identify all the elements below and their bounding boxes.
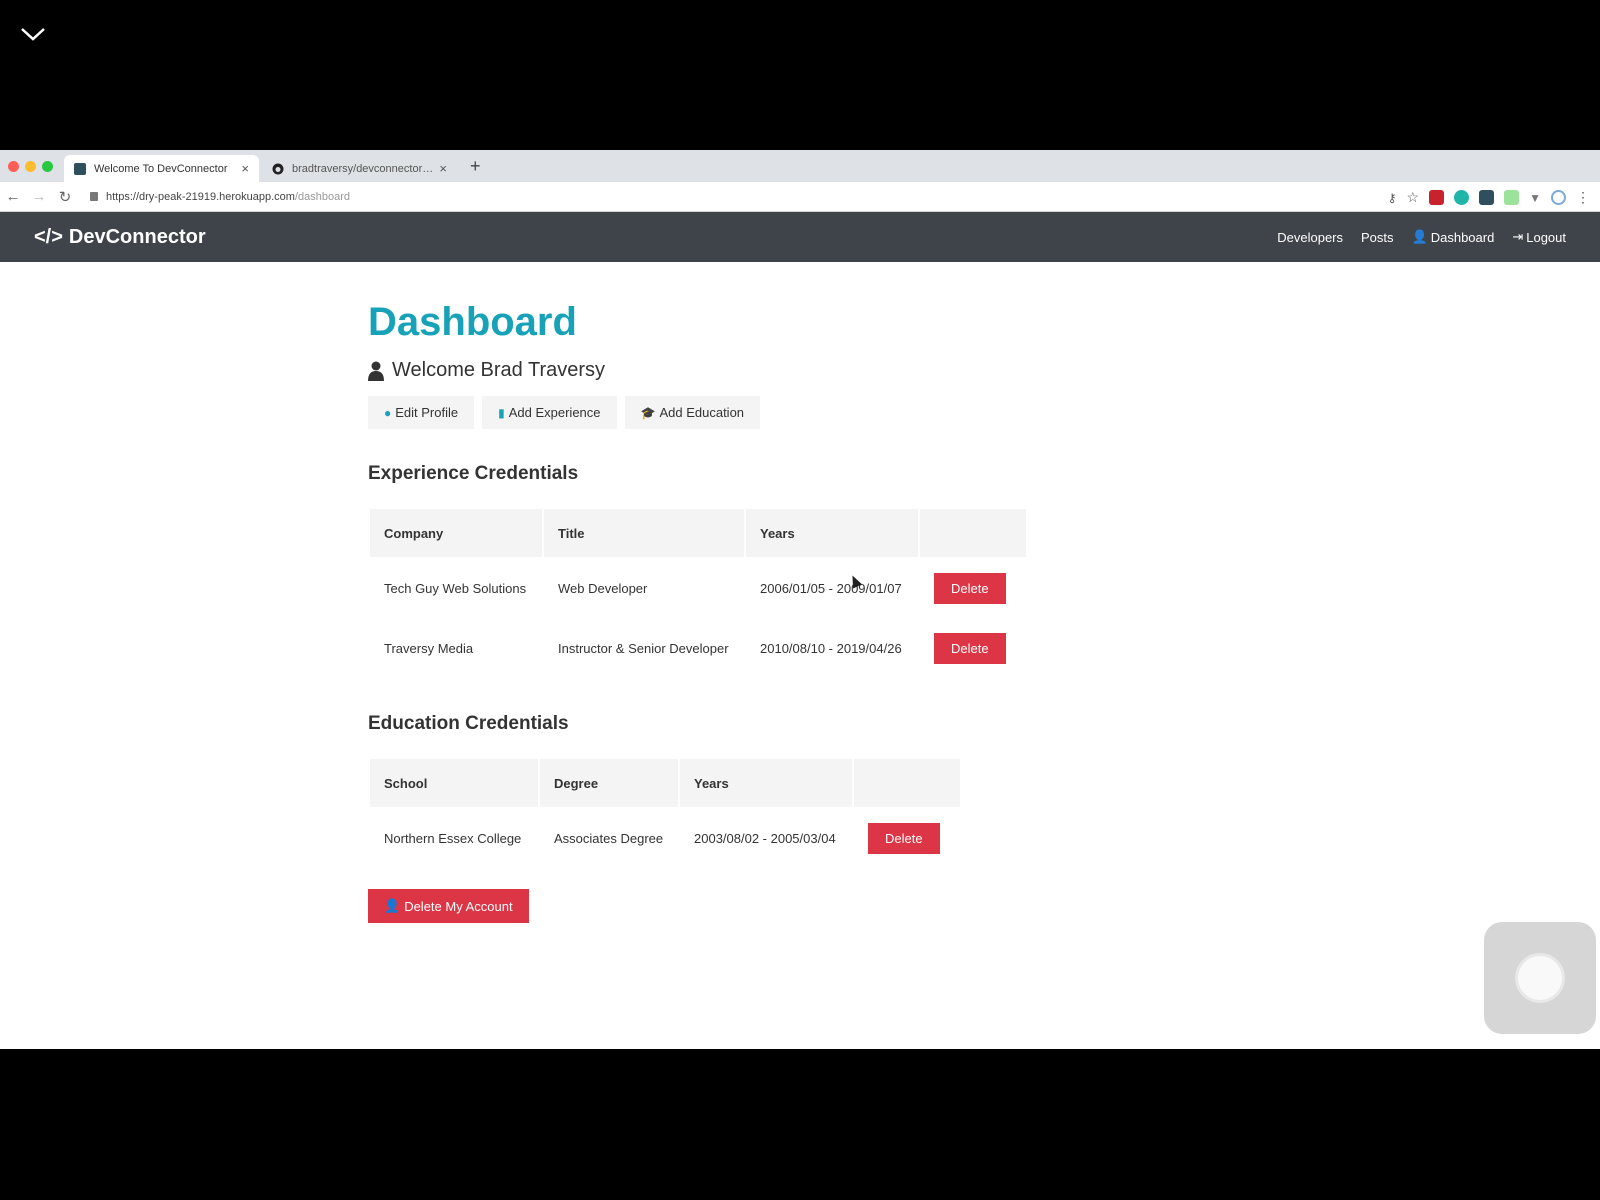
back-arrow-icon[interactable]: ← xyxy=(0,188,26,205)
url-path: /dashboard xyxy=(294,190,350,203)
tab-close-icon[interactable]: × xyxy=(241,161,249,176)
user-icon xyxy=(368,361,384,381)
company-cell: Tech Guy Web Solutions xyxy=(384,580,527,596)
assistive-touch-button[interactable] xyxy=(1484,922,1596,1034)
nav-posts-link[interactable]: Posts xyxy=(1361,229,1394,245)
delete-education-button[interactable]: Delete xyxy=(868,822,940,854)
browser-tab-active[interactable]: Welcome To DevConnector × xyxy=(64,155,259,182)
browser-tab-github[interactable]: bradtraversy/devconnector_2... × xyxy=(262,155,457,182)
key-icon[interactable]: ⚷ xyxy=(1388,191,1397,205)
edit-profile-button[interactable]: ● Edit Profile xyxy=(368,396,475,429)
window-controls xyxy=(8,161,53,172)
url-host: https://dry-peak-21919.herokuapp.com xyxy=(106,190,295,203)
delete-account-label: Delete My Account xyxy=(404,898,513,914)
dashboard-actions: ● Edit Profile ▮ Add Experience 🎓 Add Educa… xyxy=(368,396,1268,429)
company-cell: Traversy Media xyxy=(384,640,474,656)
video-frame: Welcome To DevConnector × bradtraversy/d… xyxy=(0,0,1600,1200)
lock-icon xyxy=(90,192,98,201)
app-navbar: </> DevConnector Developers Posts 👤 Dashb… xyxy=(0,212,1600,262)
extension-circle-icon[interactable] xyxy=(1551,190,1566,205)
dashboard-container: Dashboard Welcome Brad Traversy ● Edit Pr… xyxy=(368,300,1268,923)
column-header-school: School xyxy=(370,759,538,807)
years-cell: 2003/08/02 - 2005/03/04 xyxy=(694,830,836,846)
add-education-label: Add Education xyxy=(659,405,745,420)
reload-icon[interactable]: ↻ xyxy=(52,188,78,206)
tab-close-icon[interactable]: × xyxy=(439,161,447,176)
welcome-text: Welcome Brad Traversy xyxy=(368,359,1268,382)
extension-green-icon[interactable] xyxy=(1504,190,1520,205)
page-title: Dashboard xyxy=(368,300,577,344)
graduation-cap-icon: 🎓 xyxy=(640,405,656,420)
brand-logo[interactable]: </> DevConnector xyxy=(34,226,206,249)
table-header-row: School Degree Years xyxy=(370,759,960,807)
extension-filter-icon[interactable]: ▼ xyxy=(1529,191,1541,205)
chevron-down-icon[interactable] xyxy=(18,22,48,46)
column-header-degree: Degree xyxy=(540,759,678,807)
nav-dashboard-label: Dashboard xyxy=(1430,229,1495,245)
add-experience-button[interactable]: ▮ Add Experience xyxy=(482,396,617,429)
extension-teal-icon[interactable] xyxy=(1454,190,1470,205)
minimize-window-button[interactable] xyxy=(25,161,36,172)
extension-red-icon[interactable] xyxy=(1429,190,1445,205)
nav-logout-link[interactable]: ⇥ Logout xyxy=(1512,229,1566,245)
close-window-button[interactable] xyxy=(8,161,19,172)
user-minus-icon: 👤 xyxy=(384,898,401,913)
user-icon: 👤 xyxy=(1411,229,1428,244)
nav-links: Developers Posts 👤 Dashboard ⇥ Logout xyxy=(1277,229,1566,245)
tab-title: bradtraversy/devconnector_2... xyxy=(292,162,434,175)
education-heading: Education Credentials xyxy=(368,713,569,734)
years-cell: 2006/01/05 - 2009/01/07 xyxy=(760,580,902,596)
school-cell: Northern Essex College xyxy=(384,830,522,846)
column-header-title: Title xyxy=(544,509,744,557)
delete-experience-button[interactable]: Delete xyxy=(934,572,1006,604)
table-row: Northern Essex College Associates Degree… xyxy=(370,809,960,867)
title-cell: Web Developer xyxy=(558,580,648,596)
delete-experience-button[interactable]: Delete xyxy=(934,632,1006,664)
sign-out-icon: ⇥ xyxy=(1512,229,1524,244)
experience-table-wrap: Company Title Years Tech Guy Web Solutio… xyxy=(368,507,1268,679)
education-table: School Degree Years Northern Essex Colle… xyxy=(368,757,962,869)
column-header-years: Years xyxy=(746,509,918,557)
extension-dark-icon[interactable] xyxy=(1479,190,1495,205)
star-icon[interactable]: ☆ xyxy=(1407,189,1420,206)
edit-profile-label: Edit Profile xyxy=(395,405,459,420)
assistive-touch-icon xyxy=(1515,953,1565,1003)
github-icon xyxy=(272,163,284,174)
devconnector-favicon-icon xyxy=(74,162,86,175)
new-tab-icon[interactable]: + xyxy=(470,156,481,177)
url-field[interactable]: https://dry-peak-21919.herokuapp.com/das… xyxy=(90,191,350,203)
experience-heading: Experience Credentials xyxy=(368,463,579,484)
brand-name: DevConnector xyxy=(68,225,206,248)
nav-logout-label: Logout xyxy=(1526,229,1566,245)
title-cell: Instructor & Senior Developer xyxy=(558,640,729,656)
browser-extensions: ⚷ ☆ ▼ ⋮ xyxy=(1388,189,1590,206)
user-circle-icon: ● xyxy=(384,405,392,420)
table-row: Tech Guy Web Solutions Web Developer 200… xyxy=(370,559,1026,617)
address-bar: ← → ↻ https://dry-peak-21919.herokuapp.c… xyxy=(0,182,1600,212)
table-row: Traversy Media Instructor & Senior Devel… xyxy=(370,619,1026,677)
column-header-action xyxy=(854,759,960,807)
degree-cell: Associates Degree xyxy=(554,830,664,846)
add-education-button[interactable]: 🎓 Add Education xyxy=(624,396,761,429)
delete-account-button[interactable]: 👤 Delete My Account xyxy=(368,889,529,923)
column-header-action xyxy=(920,509,1026,557)
browser-window: Welcome To DevConnector × bradtraversy/d… xyxy=(0,150,1600,1049)
years-cell: 2010/08/10 - 2019/04/26 xyxy=(760,640,902,656)
column-header-company: Company xyxy=(370,509,542,557)
education-table-wrap: School Degree Years Northern Essex Colle… xyxy=(368,757,1268,869)
code-icon: </> xyxy=(34,225,63,248)
browser-tabbar: Welcome To DevConnector × bradtraversy/d… xyxy=(0,150,1600,182)
experience-table: Company Title Years Tech Guy Web Solutio… xyxy=(368,507,1028,679)
menu-icon[interactable]: ⋮ xyxy=(1576,189,1590,206)
maximize-window-button[interactable] xyxy=(42,161,53,172)
nav-developers-link[interactable]: Developers xyxy=(1277,229,1343,245)
add-experience-label: Add Experience xyxy=(508,405,601,420)
black-tie-icon: ▮ xyxy=(498,405,505,420)
welcome-label: Welcome Brad Traversy xyxy=(392,359,606,381)
tab-title: Welcome To DevConnector xyxy=(94,162,228,175)
forward-arrow-icon[interactable]: → xyxy=(26,188,52,205)
nav-dashboard-link[interactable]: 👤 Dashboard xyxy=(1412,229,1495,245)
column-header-years: Years xyxy=(680,759,852,807)
table-header-row: Company Title Years xyxy=(370,509,1026,557)
